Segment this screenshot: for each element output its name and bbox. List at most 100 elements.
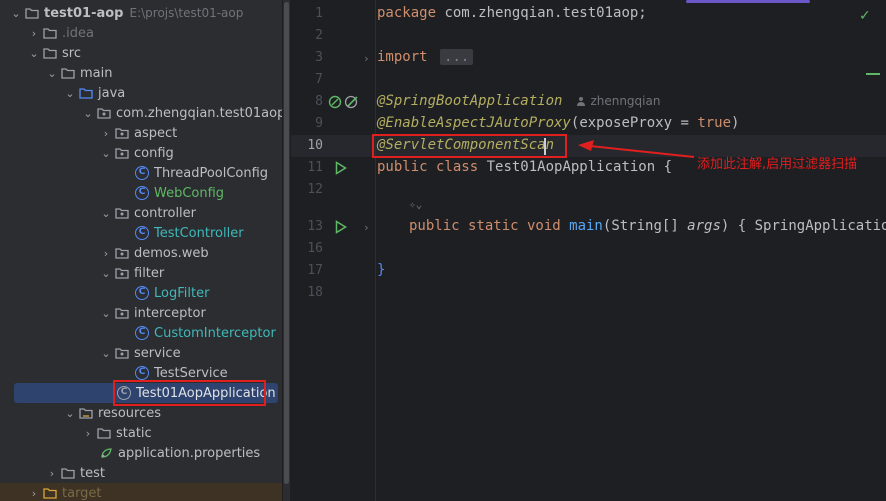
class-icon: C xyxy=(134,225,150,241)
package-icon xyxy=(96,105,112,121)
keyword: import xyxy=(377,49,428,65)
tree-label: main xyxy=(80,65,113,81)
chevron-down-icon[interactable]: ⌄ xyxy=(62,83,78,103)
chevron-right-icon[interactable]: › xyxy=(98,243,114,263)
tree-scrollbar[interactable] xyxy=(283,0,290,501)
chevron-right-icon[interactable]: › xyxy=(26,483,42,501)
package-icon xyxy=(114,265,130,281)
annotation: @SpringBootApplication xyxy=(377,93,563,109)
chevron-down-icon[interactable]: ⌄ xyxy=(98,263,114,283)
chevron-down-icon[interactable]: ⌄ xyxy=(98,143,114,163)
inspection-ok-icon[interactable]: ✓ xyxy=(859,8,871,24)
tree-row-java[interactable]: ⌄ java xyxy=(62,83,282,103)
tree-row-src[interactable]: ⌄ src xyxy=(26,43,282,63)
folder-icon xyxy=(24,5,40,21)
tree-row-logfilter[interactable]: C LogFilter xyxy=(134,283,282,303)
tree-row-service[interactable]: ⌄ service xyxy=(98,343,282,363)
chevron-right-icon[interactable]: › xyxy=(80,423,96,443)
chevron-down-icon[interactable]: ⌄ xyxy=(44,63,60,83)
line-number: 2 xyxy=(315,28,323,43)
tree-label: LogFilter xyxy=(154,285,210,301)
tree-row-application-properties[interactable]: application.properties xyxy=(98,443,282,463)
annotation: @ServletComponentScan xyxy=(377,137,555,153)
chevron-down-icon[interactable]: ⌄ xyxy=(8,3,24,23)
fold-chevron-icon[interactable]: › xyxy=(363,221,370,234)
code-line-13[interactable]: public static void main(String[] args) {… xyxy=(409,218,886,234)
tree-row-custominterceptor[interactable]: C CustomInterceptor xyxy=(134,323,282,343)
fold-chevron-icon[interactable]: › xyxy=(363,52,370,65)
ai-hint-icon[interactable]: ✧⌄ xyxy=(409,198,422,211)
line-number: 8 xyxy=(315,94,323,109)
package-icon xyxy=(114,205,130,221)
folder-icon xyxy=(96,425,112,441)
tree-row-target[interactable]: › target xyxy=(0,483,282,501)
chevron-right-icon[interactable]: › xyxy=(44,463,60,483)
chevron-down-icon[interactable]: ⌄ xyxy=(98,303,114,323)
code-text: { xyxy=(663,159,673,175)
chevron-right-icon[interactable]: › xyxy=(26,23,42,43)
tree-label: TestController xyxy=(154,225,244,241)
run-icon[interactable] xyxy=(335,161,347,175)
class-icon: C xyxy=(134,165,150,181)
resources-folder-icon xyxy=(78,405,94,421)
code-line-9[interactable]: @EnableAspectJAutoProxy(exposeProxy = tr… xyxy=(377,115,739,131)
tree-row-webconfig[interactable]: C WebConfig xyxy=(134,183,282,203)
chevron-down-icon[interactable]: ⌄ xyxy=(80,103,96,123)
editor-tab-indicator xyxy=(686,0,810,3)
code-line-10[interactable]: @ServletComponentScan xyxy=(377,137,554,153)
code-text: { xyxy=(737,218,755,234)
tree-row-aspect[interactable]: › aspect xyxy=(98,123,282,143)
tree-row-package[interactable]: ⌄ com.zhengqian.test01aop xyxy=(80,103,282,123)
code-line-17[interactable]: } xyxy=(377,262,385,278)
tree-label: interceptor xyxy=(134,305,206,321)
code-line-11[interactable]: public class Test01AopApplication { xyxy=(377,159,672,175)
annotation-note: 添加此注解,启用过滤器扫描 xyxy=(697,157,858,172)
spring-boot-class-icon: C xyxy=(116,385,132,401)
tree-row-project-root[interactable]: ⌄ test01-aop E:\projs\test01-aop xyxy=(8,3,282,23)
tree-row-threadpoolconfig[interactable]: C ThreadPoolConfig xyxy=(134,163,282,183)
chevron-down-icon[interactable]: ⌄ xyxy=(98,203,114,223)
tree-row-config[interactable]: ⌄ config xyxy=(98,143,282,163)
spring-bean-icon[interactable] xyxy=(328,95,342,109)
text-caret xyxy=(544,138,546,155)
run-icon[interactable] xyxy=(335,220,347,234)
tree-row-demos-web[interactable]: › demos.web xyxy=(98,243,282,263)
tree-row-controller[interactable]: ⌄ controller xyxy=(98,203,282,223)
tree-row-filter[interactable]: ⌄ filter xyxy=(98,263,282,283)
tree-label: CustomInterceptor xyxy=(154,325,276,341)
scrollbar-thumb[interactable] xyxy=(284,2,289,484)
tree-label: aspect xyxy=(134,125,178,141)
tree-row-static[interactable]: › static xyxy=(80,423,282,443)
tree-label: TestService xyxy=(154,365,228,381)
tree-label: test xyxy=(80,465,105,481)
keyword: package xyxy=(377,5,437,21)
code-line-1[interactable]: package com.zhengqian.test01aop; xyxy=(377,5,647,21)
code-line-8[interactable]: @SpringBootApplication zhenngqian xyxy=(377,93,660,109)
tree-row-main[interactable]: ⌄ main xyxy=(44,63,282,83)
chevron-down-icon[interactable]: ⌄ xyxy=(62,403,78,423)
class-icon: C xyxy=(134,185,150,201)
tree-row-idea[interactable]: › .idea xyxy=(26,23,282,43)
code-line-3[interactable]: import ... xyxy=(377,49,474,65)
tree-label: resources xyxy=(98,405,162,421)
tree-row-resources[interactable]: ⌄ resources xyxy=(62,403,282,423)
chevron-right-icon[interactable]: › xyxy=(98,123,114,143)
excluded-folder-icon xyxy=(42,485,58,501)
red-arrow-icon xyxy=(578,140,695,158)
chevron-down-icon[interactable]: ⌄ xyxy=(98,343,114,363)
tree-row-testservice[interactable]: C TestService xyxy=(134,363,282,383)
code-editor[interactable]: 1 2 3 7 8 9 10 11 12 13 16 17 18 › › pac… xyxy=(291,0,886,501)
tree-label: .idea xyxy=(62,25,94,41)
editor-gutter: 1 2 3 7 8 9 10 11 12 13 16 17 18 › › xyxy=(291,0,375,501)
tree-row-testcontroller[interactable]: C TestController xyxy=(134,223,282,243)
folded-imports[interactable]: ... xyxy=(440,49,474,65)
project-name: test01-aop xyxy=(44,5,124,21)
tree-label: config xyxy=(134,145,174,161)
spring-leaf-icon[interactable] xyxy=(344,94,360,110)
tree-label: java xyxy=(98,85,126,101)
tree-row-interceptor[interactable]: ⌄ interceptor xyxy=(98,303,282,323)
tree-label: src xyxy=(62,45,81,61)
tree-row-test01aopapplication[interactable]: C Test01AopApplication xyxy=(14,383,278,403)
chevron-down-icon[interactable]: ⌄ xyxy=(26,43,42,63)
tree-row-test[interactable]: › test xyxy=(44,463,282,483)
